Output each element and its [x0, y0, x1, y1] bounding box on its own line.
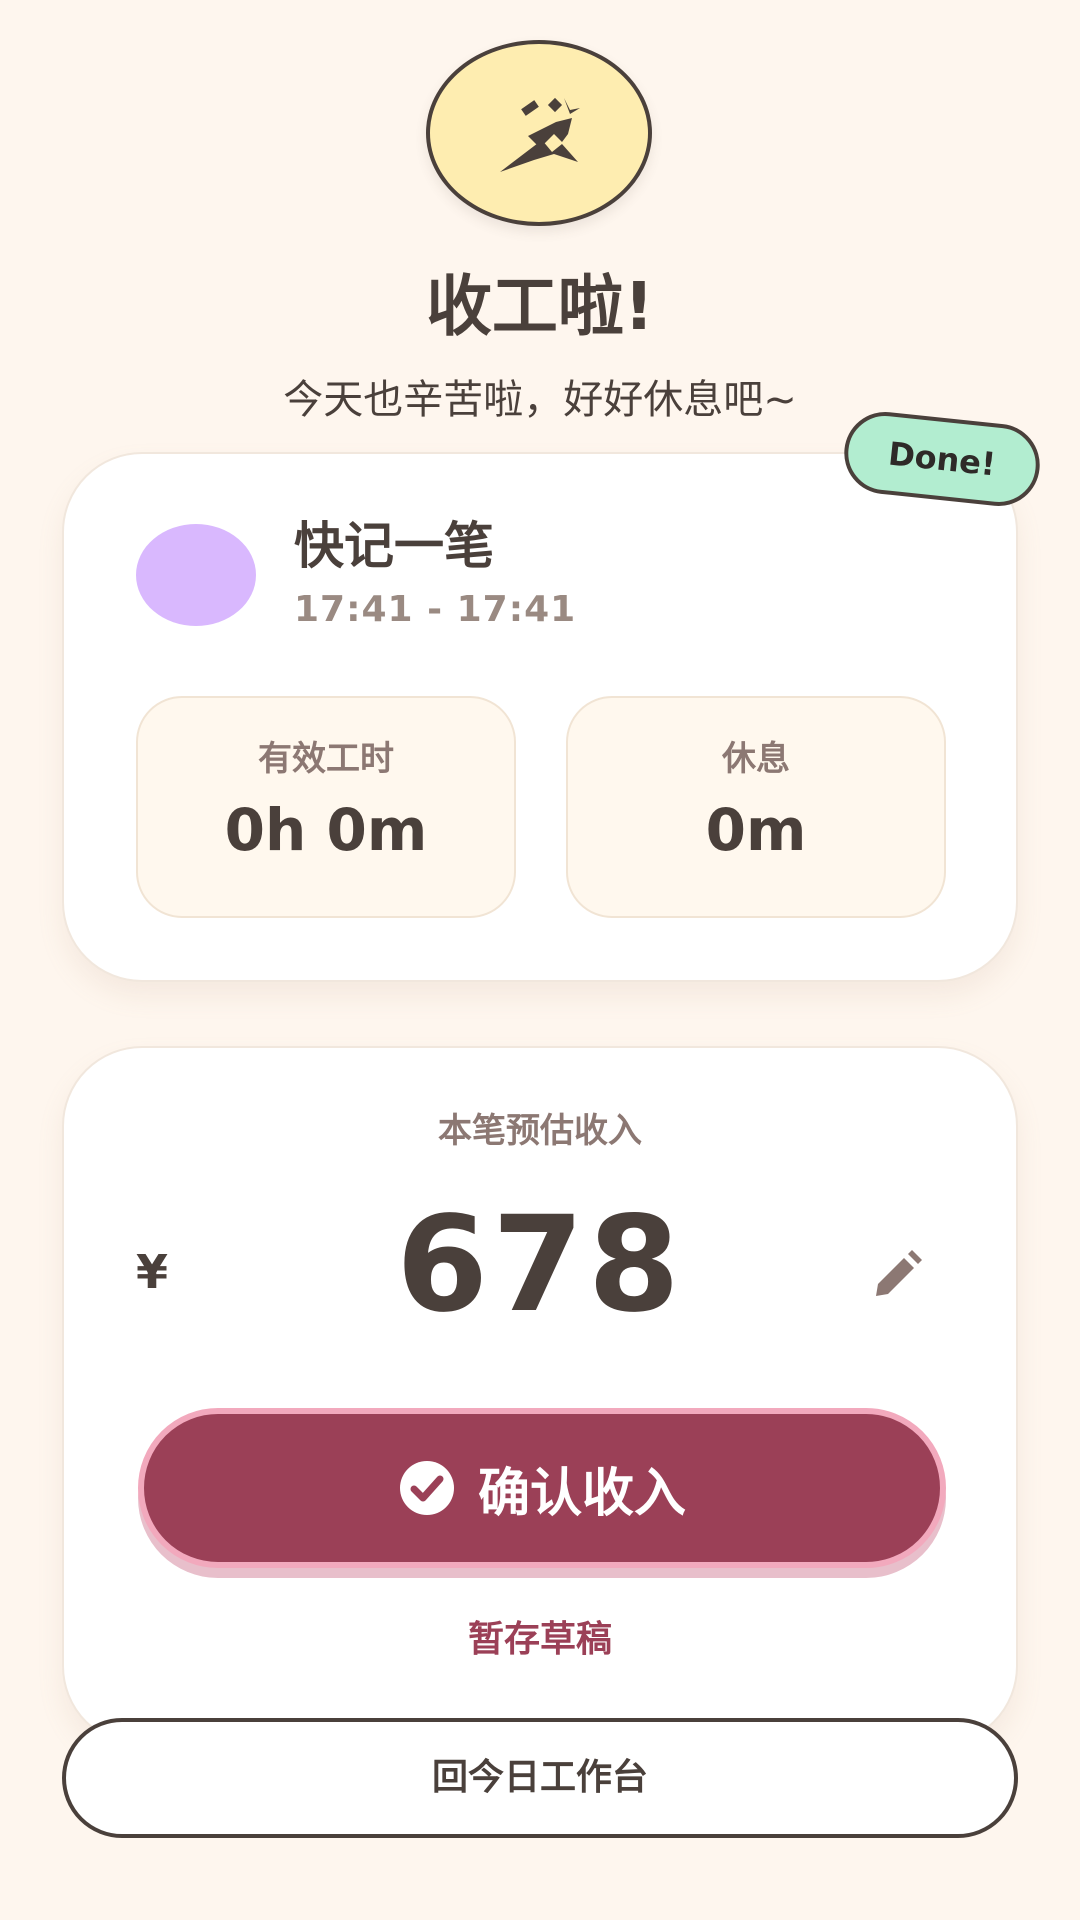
session-name: 快记一笔 [294, 517, 494, 575]
page-title: 收工啦! [425, 268, 655, 345]
check-circle-icon [399, 1461, 454, 1515]
edit-amount-button[interactable] [862, 1240, 932, 1310]
back-to-workbench-button[interactable]: 回今日工作台 [62, 1718, 1018, 1838]
session-summary-card: 快记一笔 17:41 - 17:41 有效工时 0h 0m 休息 0m [62, 452, 1018, 982]
stat-effective-hours: 有效工时 0h 0m [136, 696, 516, 918]
stat-label: 有效工时 [258, 739, 394, 779]
mountain-sparkle-icon [500, 97, 580, 172]
confirm-income-button[interactable]: 确认收入 [138, 1408, 946, 1568]
stat-label: 休息 [722, 739, 790, 779]
confirm-income-label: 确认收入 [477, 1463, 686, 1524]
stat-break-time: 休息 0m [566, 696, 946, 918]
pencil-icon [876, 1250, 922, 1296]
income-label: 本笔预估收入 [438, 1111, 642, 1151]
session-time-range: 17:41 - 17:41 [294, 589, 577, 630]
stat-value: 0m [705, 796, 807, 864]
header-mountain-icon [426, 40, 652, 226]
save-draft-link[interactable]: 暂存草稿 [64, 1618, 1016, 1662]
session-color-dot [136, 524, 256, 626]
stat-value: 0h 0m [224, 796, 428, 864]
income-card: 本笔预估收入 ¥ 678 确认收入 暂存草稿 [62, 1046, 1018, 1746]
